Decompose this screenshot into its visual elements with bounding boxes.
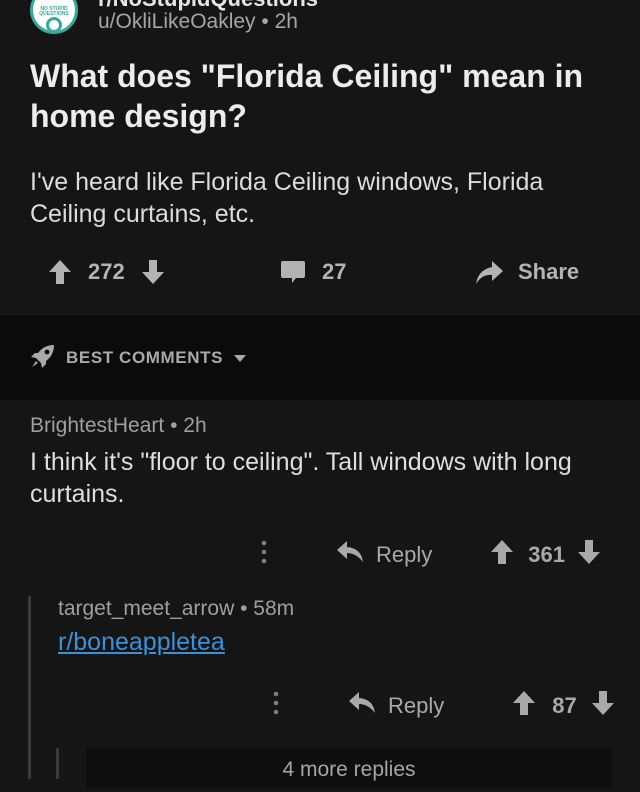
post-score: 272 bbox=[88, 259, 125, 284]
comment-actions: Reply 361 bbox=[252, 535, 601, 575]
reply-label: Reply bbox=[376, 542, 433, 567]
reply-arrow-icon bbox=[348, 691, 376, 721]
reply-score: 87 bbox=[552, 693, 577, 718]
post-title: What does "Florida Ceiling" mean in home… bbox=[30, 58, 584, 134]
subreddit-link[interactable]: r/boneappletea bbox=[58, 628, 225, 657]
post-age: 2h bbox=[274, 10, 298, 33]
subreddit-avatar[interactable]: NO STUPID QUESTIONS bbox=[30, 0, 78, 34]
reply-arrow-icon bbox=[336, 540, 364, 570]
sort-selector[interactable]: BEST COMMENTS bbox=[30, 340, 247, 376]
downvote-icon[interactable] bbox=[577, 539, 601, 571]
more-options-icon[interactable] bbox=[252, 538, 276, 572]
avatar-logo-text: NO STUPID QUESTIONS bbox=[39, 6, 69, 17]
comment-age: 2h bbox=[183, 414, 207, 437]
reply-author[interactable]: target_meet_arrow bbox=[58, 597, 234, 620]
comment-count: 27 bbox=[322, 259, 347, 284]
avatar-q-icon bbox=[46, 17, 62, 31]
meta-separator: • bbox=[170, 414, 184, 437]
more-options-icon[interactable] bbox=[264, 689, 288, 723]
reply-button[interactable]: Reply bbox=[348, 691, 444, 721]
post-body: I've heard like Florida Ceiling windows,… bbox=[30, 168, 544, 228]
meta-separator: • bbox=[240, 597, 254, 620]
upvote-icon[interactable] bbox=[48, 259, 72, 285]
downvote-icon[interactable] bbox=[591, 690, 615, 722]
chevron-down-icon bbox=[233, 348, 247, 368]
upvote-icon[interactable] bbox=[490, 539, 514, 571]
comment-body: I think it's "floor to ceiling". Tall wi… bbox=[30, 448, 572, 508]
reply-meta: target_meet_arrow • 58m bbox=[58, 597, 294, 621]
reply-label: Reply bbox=[388, 693, 445, 718]
rocket-icon bbox=[30, 343, 56, 374]
post-action-bar: 272 27 Share bbox=[0, 250, 640, 294]
post-meta: u/OkliLikeOakley • 2h bbox=[98, 10, 298, 34]
comment-meta: BrightestHeart • 2h bbox=[30, 414, 207, 438]
reply-age: 58m bbox=[253, 597, 295, 620]
comment-author[interactable]: BrightestHeart bbox=[30, 414, 164, 437]
thread-line[interactable] bbox=[28, 596, 31, 779]
share-button[interactable]: Share bbox=[474, 250, 579, 294]
comments-button[interactable]: 27 bbox=[280, 250, 346, 294]
post-author[interactable]: u/OkliLikeOakley bbox=[98, 10, 256, 33]
share-label: Share bbox=[518, 259, 580, 284]
reply-actions: Reply 87 bbox=[264, 686, 615, 726]
share-arrow-icon bbox=[474, 259, 504, 285]
reply-button[interactable]: Reply bbox=[336, 540, 432, 570]
more-replies-button[interactable]: 4 more replies bbox=[86, 748, 612, 788]
comment-bubble-icon bbox=[280, 259, 306, 285]
meta-separator: • bbox=[261, 10, 275, 33]
sort-label: BEST COMMENTS bbox=[66, 348, 224, 367]
post-vote-group: 272 bbox=[48, 250, 165, 294]
thread-line-nested[interactable] bbox=[56, 748, 59, 779]
downvote-icon[interactable] bbox=[141, 259, 165, 285]
post-header: NO STUPID QUESTIONS r/NoStupidQuestions … bbox=[0, 0, 640, 50]
upvote-icon[interactable] bbox=[512, 690, 536, 722]
comment-score: 361 bbox=[528, 542, 565, 567]
